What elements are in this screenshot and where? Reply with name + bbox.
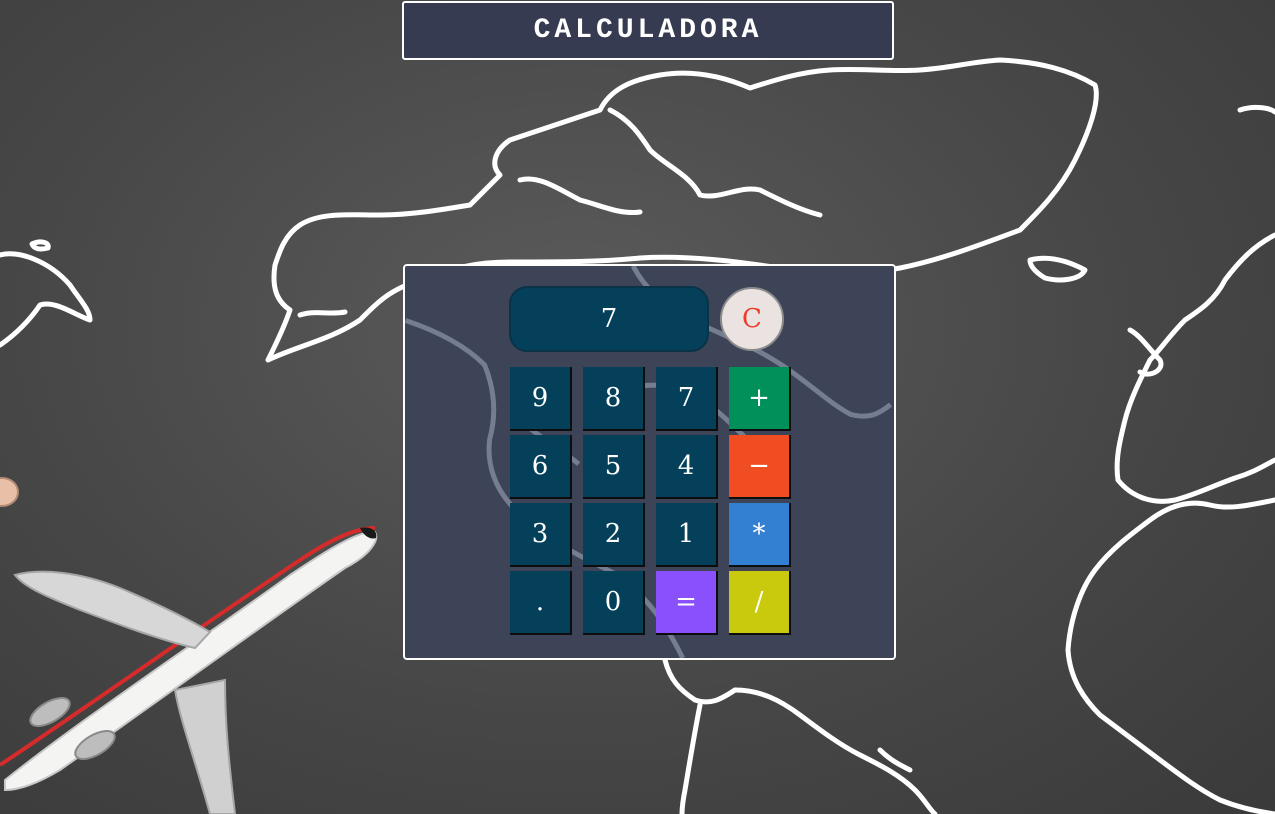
key-dot[interactable]: . bbox=[510, 571, 572, 635]
airplane-decoration bbox=[0, 477, 378, 814]
divide-button[interactable]: / bbox=[729, 571, 791, 635]
app-title: CALCULADORA bbox=[533, 15, 763, 46]
key-5[interactable]: 5 bbox=[583, 435, 645, 499]
calculator-display: 7 bbox=[509, 286, 709, 352]
key-2[interactable]: 2 bbox=[583, 503, 645, 567]
plus-button[interactable]: + bbox=[729, 367, 791, 431]
equals-button[interactable]: = bbox=[656, 571, 718, 635]
minus-button[interactable]: − bbox=[729, 435, 791, 499]
key-9[interactable]: 9 bbox=[510, 367, 572, 431]
calculator-panel: 7 C 9 8 7 + 6 5 4 − 3 2 1 * . 0 = / bbox=[403, 264, 896, 660]
app-title-banner: CALCULADORA bbox=[402, 1, 894, 60]
key-7[interactable]: 7 bbox=[656, 367, 718, 431]
key-8[interactable]: 8 bbox=[583, 367, 645, 431]
clear-button[interactable]: C bbox=[720, 287, 784, 351]
key-3[interactable]: 3 bbox=[510, 503, 572, 567]
key-1[interactable]: 1 bbox=[656, 503, 718, 567]
key-4[interactable]: 4 bbox=[656, 435, 718, 499]
key-0[interactable]: 0 bbox=[583, 571, 645, 635]
multiply-button[interactable]: * bbox=[729, 503, 791, 567]
key-6[interactable]: 6 bbox=[510, 435, 572, 499]
